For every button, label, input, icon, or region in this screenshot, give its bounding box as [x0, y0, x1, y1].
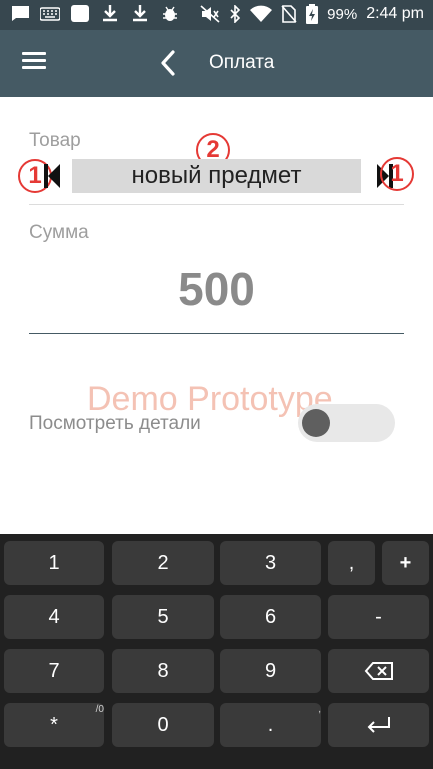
menu-icon-bar [22, 52, 46, 55]
status-left-icons [10, 5, 180, 22]
item-divider [29, 204, 404, 205]
status-right-icons: 99% 2:44 pm [200, 4, 424, 24]
enter-icon [367, 717, 390, 733]
backspace-icon [364, 662, 393, 680]
menu-button[interactable] [22, 52, 46, 74]
item-value[interactable]: новый предмет [72, 159, 361, 193]
menu-icon-bar [22, 66, 46, 69]
key-0[interactable]: 0 [112, 703, 214, 747]
key-period[interactable]: . , [220, 703, 321, 747]
key-8[interactable]: 8 [112, 649, 214, 693]
amount-value[interactable]: 500 [29, 262, 404, 316]
battery-charging-icon [306, 4, 319, 24]
item-label: Товар [29, 130, 81, 151]
details-toggle[interactable] [298, 404, 395, 442]
key-period-hint: , [318, 704, 321, 715]
page-title: Оплата [209, 52, 275, 73]
menu-icon-bar [22, 59, 46, 62]
bluetooth-icon [229, 5, 241, 23]
key-1[interactable]: 1 [4, 541, 104, 585]
wifi-icon [250, 5, 273, 23]
square-icon [70, 5, 90, 22]
callout-right-arrow: 1 [380, 157, 414, 191]
mute-icon [200, 5, 220, 23]
key-2[interactable]: 2 [112, 541, 214, 585]
chevron-left-icon [161, 50, 175, 76]
status-bar: 99% 2:44 pm [0, 0, 433, 30]
key-3[interactable]: 3 [220, 541, 321, 585]
key-asterisk-hint: /0 [95, 704, 104, 715]
numeric-keypad: 1 2 3 , + 4 5 6 - 7 8 9 * /0 0 . , [0, 534, 433, 769]
key-minus[interactable]: - [328, 595, 429, 639]
enter-key[interactable] [328, 703, 429, 747]
key-comma[interactable]: , [328, 541, 375, 585]
key-6[interactable]: 6 [220, 595, 321, 639]
download-icon [130, 5, 150, 22]
battery-percent: 99% [327, 5, 358, 23]
android-debug-icon [160, 5, 180, 22]
backspace-key[interactable] [328, 649, 429, 693]
key-4[interactable]: 4 [4, 595, 104, 639]
no-sim-icon [281, 5, 297, 23]
details-label: Посмотреть детали [29, 413, 201, 434]
keyboard-icon [40, 5, 60, 22]
download-icon [100, 5, 120, 22]
previous-item-button[interactable] [42, 161, 64, 191]
toggle-knob [302, 409, 330, 437]
amount-label: Сумма [29, 222, 89, 243]
amount-underline [29, 333, 404, 334]
skip-previous-icon [44, 164, 60, 188]
key-5[interactable]: 5 [112, 595, 214, 639]
app-bar: Оплата [0, 30, 433, 97]
key-7[interactable]: 7 [4, 649, 104, 693]
message-icon [10, 5, 30, 22]
back-button[interactable] [156, 48, 182, 78]
clock: 2:44 pm [366, 5, 424, 22]
key-plus[interactable]: + [382, 541, 429, 585]
key-9[interactable]: 9 [220, 649, 321, 693]
key-asterisk[interactable]: * /0 [4, 703, 104, 747]
